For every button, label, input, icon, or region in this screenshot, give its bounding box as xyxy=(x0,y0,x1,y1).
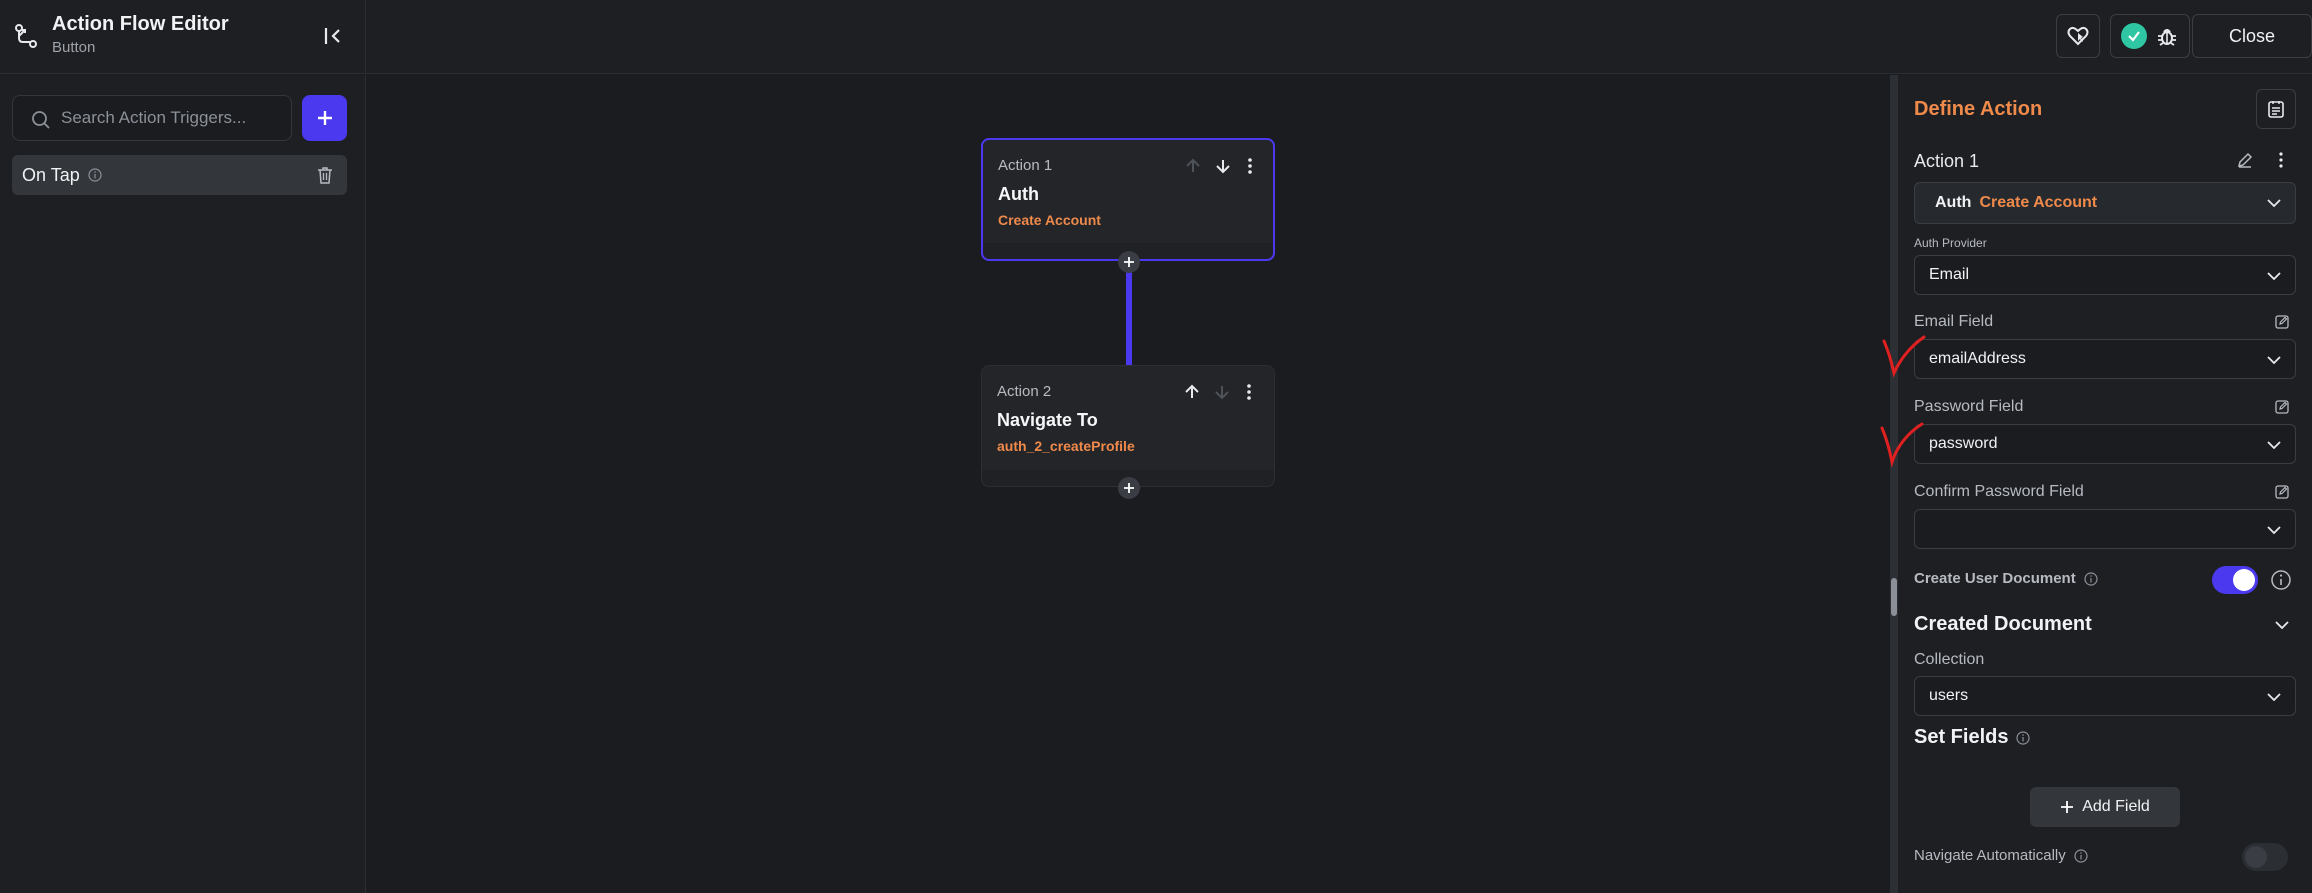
move-up-icon[interactable] xyxy=(1182,382,1202,402)
more-vertical-icon[interactable] xyxy=(1239,382,1259,402)
more-vertical-icon[interactable] xyxy=(1240,156,1260,176)
action-card-2[interactable]: Action 2 Navigate To auth_2_createProfil… xyxy=(981,365,1275,487)
create-user-doc-label: Create User Document xyxy=(1914,570,2076,587)
panel-resize-track xyxy=(1890,75,1898,893)
action-type: Auth xyxy=(1935,194,1972,211)
search-input[interactable] xyxy=(61,96,286,140)
bug-icon xyxy=(2158,29,2176,46)
toggle-knob xyxy=(2233,569,2255,591)
auth-provider-value: Email xyxy=(1929,266,1970,283)
info-circle-icon[interactable] xyxy=(2270,569,2292,591)
action-card-1[interactable]: Action 1 Auth Create Account xyxy=(981,138,1275,261)
info-icon xyxy=(2016,730,2031,745)
chevron-down-icon xyxy=(2267,526,2281,535)
chevron-down-icon[interactable] xyxy=(2272,615,2292,635)
annotation-checkmark xyxy=(1880,422,1924,468)
chevron-down-icon xyxy=(2267,441,2281,450)
edit-field-icon[interactable] xyxy=(2274,314,2290,330)
top-bar: Action Flow Editor Button Close xyxy=(0,0,2312,74)
action-flow-icon xyxy=(15,24,37,48)
email-field-label: Email Field xyxy=(1914,313,1994,330)
auth-provider-label: Auth Provider xyxy=(1914,236,1987,250)
define-action-panel: Define Action Action 1 Auth Create Accou… xyxy=(1898,75,2312,893)
editor-subtitle: Button xyxy=(52,39,96,56)
flow-connector xyxy=(1126,272,1132,366)
plus-icon xyxy=(317,111,332,125)
info-icon xyxy=(2074,848,2088,863)
debug-status-group[interactable] xyxy=(2110,14,2190,58)
trash-icon[interactable] xyxy=(317,166,333,184)
action-subtype: Create Account xyxy=(1979,194,2098,211)
more-vertical-icon[interactable] xyxy=(2272,151,2290,169)
add-field-label: Add Field xyxy=(2082,798,2150,815)
add-trigger-button[interactable] xyxy=(302,95,347,141)
email-field-value: emailAddress xyxy=(1929,350,2026,367)
action-name: Auth xyxy=(998,184,1039,204)
action-subtitle: Create Account xyxy=(998,212,1101,228)
pencil-icon[interactable] xyxy=(2236,151,2254,169)
navigate-auto-label: Navigate Automatically xyxy=(1914,847,2066,864)
close-button[interactable]: Close xyxy=(2192,14,2312,58)
move-up-icon[interactable] xyxy=(1183,156,1203,176)
collection-label: Collection xyxy=(1914,651,1985,668)
flow-canvas[interactable]: Action 1 Auth Create Account Action 2 Na… xyxy=(367,75,1889,893)
add-action-node[interactable] xyxy=(1118,251,1140,273)
edit-field-icon[interactable] xyxy=(2274,399,2290,415)
favorite-button[interactable] xyxy=(2056,14,2100,58)
chevron-down-icon xyxy=(2267,356,2281,365)
search-icon xyxy=(32,111,50,129)
confirm-password-select[interactable] xyxy=(1914,509,2296,549)
action-step-label: Action 1 xyxy=(998,157,1053,174)
info-icon xyxy=(88,168,102,182)
password-field-label: Password Field xyxy=(1914,398,2024,415)
collapse-panel-icon[interactable] xyxy=(322,24,346,48)
auth-provider-select[interactable]: Email xyxy=(1914,255,2296,295)
plus-icon xyxy=(1124,257,1134,267)
editor-title: Action Flow Editor xyxy=(52,13,229,35)
trigger-item-on-tap[interactable]: On Tap xyxy=(12,155,347,195)
edit-field-icon[interactable] xyxy=(2274,484,2290,500)
toggle-knob xyxy=(2245,846,2267,868)
triggers-panel: On Tap xyxy=(0,75,366,893)
set-fields-title: Set Fields xyxy=(1914,726,2009,748)
navigate-auto-toggle[interactable] xyxy=(2242,843,2288,871)
create-user-doc-toggle[interactable] xyxy=(2212,566,2258,594)
chevron-down-icon xyxy=(2267,272,2281,281)
trigger-search[interactable] xyxy=(12,95,292,141)
create-user-doc-row: Create User Document xyxy=(1914,570,2098,587)
action-type-select[interactable]: Auth Create Account xyxy=(1914,182,2296,224)
action-subtitle: auth_2_createProfile xyxy=(997,438,1135,454)
trigger-label: On Tap xyxy=(22,164,80,185)
action-flow-editor: Action Flow Editor Button Close Search A… xyxy=(0,0,2312,893)
panel-title: Define Action xyxy=(1914,98,2043,120)
move-down-icon[interactable] xyxy=(1212,382,1232,402)
notes-icon xyxy=(2268,101,2284,118)
header-left: Action Flow Editor Button xyxy=(0,0,366,74)
success-check-icon xyxy=(2121,23,2147,49)
confirm-password-label: Confirm Password Field xyxy=(1914,483,2084,500)
panel-resize-handle[interactable] xyxy=(1891,578,1897,616)
info-icon xyxy=(2084,571,2098,586)
plus-icon xyxy=(1124,483,1134,493)
created-document-title: Created Document xyxy=(1914,613,2092,635)
annotation-checkmark xyxy=(1882,335,1926,378)
plus-icon xyxy=(2061,801,2074,813)
chevron-down-icon xyxy=(2267,693,2281,702)
action-step-label: Action 2 xyxy=(997,383,1052,400)
move-down-icon[interactable] xyxy=(1213,156,1233,176)
set-fields-row: Set Fields xyxy=(1914,726,2031,749)
password-field-select[interactable]: password xyxy=(1914,424,2296,464)
add-field-button[interactable]: Add Field xyxy=(2030,787,2180,827)
chevron-down-icon xyxy=(2267,199,2281,208)
action-label: Action 1 xyxy=(1914,151,1980,171)
password-field-value: password xyxy=(1929,435,1998,452)
action-name: Navigate To xyxy=(997,410,1098,430)
heart-cursor-icon xyxy=(2067,26,2089,46)
notes-button[interactable] xyxy=(2256,89,2296,129)
collection-value: users xyxy=(1929,687,1969,704)
navigate-auto-row: Navigate Automatically xyxy=(1914,847,2088,864)
add-action-node[interactable] xyxy=(1118,477,1140,499)
email-field-select[interactable]: emailAddress xyxy=(1914,339,2296,379)
collection-select[interactable]: users xyxy=(1914,676,2296,716)
